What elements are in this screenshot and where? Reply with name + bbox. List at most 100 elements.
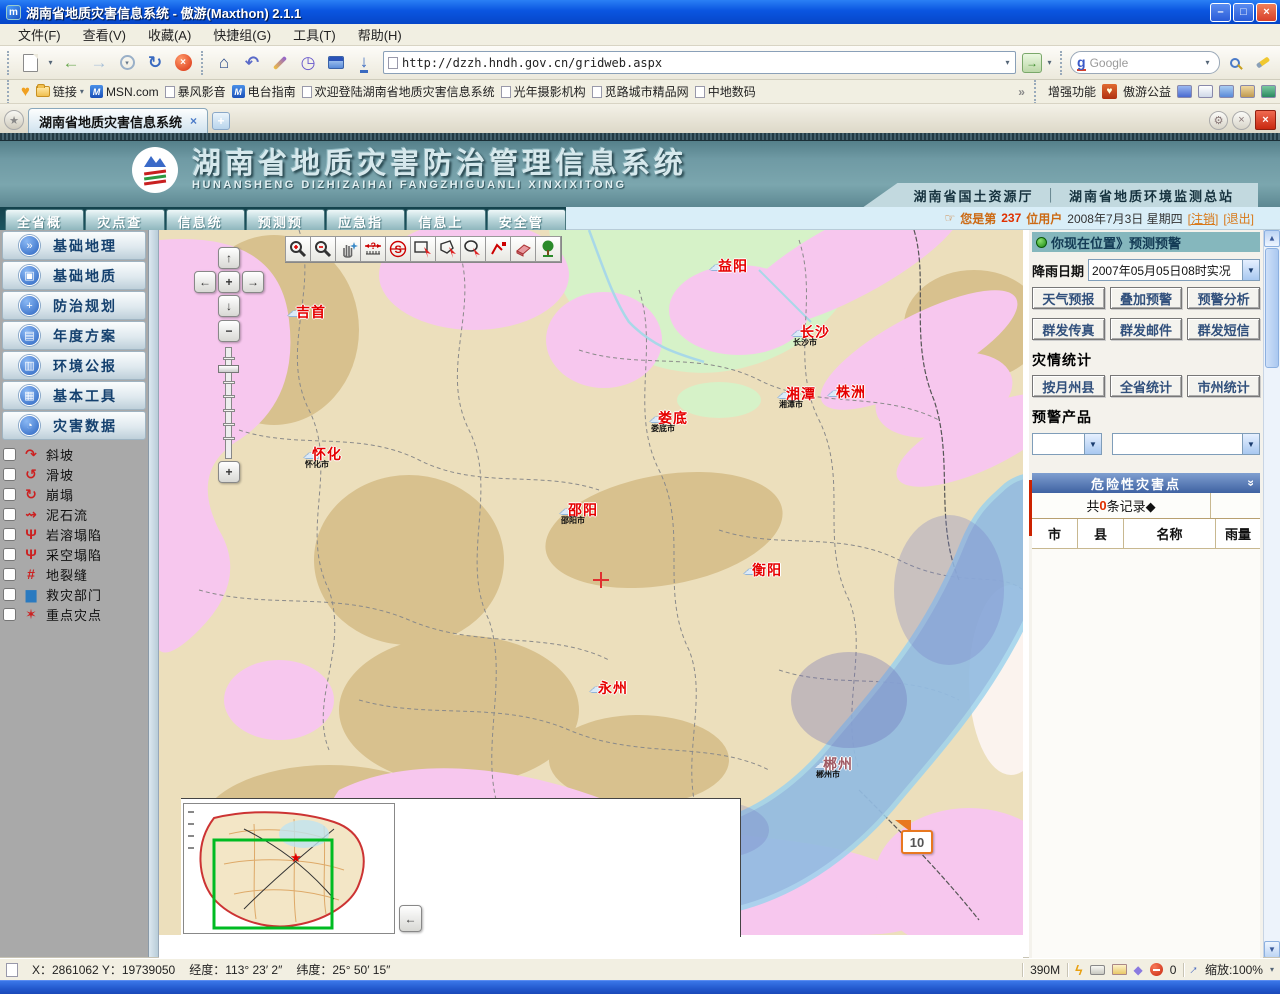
monthly-county-button[interactable]: 按月州县 (1032, 375, 1105, 397)
tab-close-icon[interactable]: × (190, 114, 197, 128)
product-type-select[interactable]: ▼ (1032, 433, 1102, 455)
menu-help[interactable]: 帮助(H) (348, 23, 412, 46)
map-city-xiangtan[interactable]: ☁湘潭湘潭市 (777, 384, 816, 404)
window-list-button[interactable] (323, 50, 349, 76)
polygon-select-tool[interactable] (435, 236, 461, 262)
sidebar-item-disaster-data[interactable]: ◔灾害数据 (2, 411, 146, 440)
history-dropdown-button[interactable]: ▾ (114, 50, 140, 76)
undo-button[interactable]: ↶ (239, 50, 265, 76)
layer-checkbox-debris-flow[interactable] (3, 508, 16, 521)
scale-tool[interactable]: S (385, 236, 411, 262)
overflow-chevron[interactable]: » (1018, 85, 1025, 99)
close-button[interactable]: × (1256, 3, 1277, 22)
map-city-huaihua[interactable]: ☁怀化怀化市 (303, 444, 342, 464)
map-flag-marker[interactable]: 10 (901, 830, 933, 854)
layer-checkbox-fissure[interactable] (3, 568, 16, 581)
zoom-in-button[interactable]: + (218, 461, 240, 483)
popup-blocker-icon[interactable] (1112, 964, 1127, 975)
send-fax-button[interactable]: 群发传真 (1032, 318, 1105, 340)
back-button[interactable]: ← (58, 50, 84, 76)
address-url[interactable]: http://dzzh.hndh.gov.cn/gridweb.aspx (402, 56, 1002, 70)
layer-checkbox-karst[interactable] (3, 528, 16, 541)
notes-icon[interactable] (1219, 85, 1234, 98)
history-button[interactable]: ◷ (295, 50, 321, 76)
pan-up-button[interactable]: ↑ (218, 247, 240, 269)
overview-minimap[interactable]: ★ (183, 803, 395, 934)
window-mini-icon[interactable] (1198, 85, 1213, 98)
map-city-changsha[interactable]: ☁长沙长沙市 (791, 322, 830, 342)
menu-groups[interactable]: 快捷组(G) (203, 23, 281, 46)
printer-icon[interactable] (1090, 965, 1105, 975)
menu-favorites[interactable]: 收藏(A) (138, 23, 201, 46)
map-city-hengyang[interactable]: ☁衡阳 (743, 560, 782, 580)
chevron-down-icon[interactable]: ▼ (1242, 434, 1259, 454)
rain-date-select[interactable]: 2007年05月05日08时实况 ▼ (1088, 259, 1260, 281)
favorites-star-icon[interactable]: ★ (4, 110, 24, 130)
send-email-button[interactable]: 群发邮件 (1110, 318, 1183, 340)
bookmark-storm-player[interactable]: 暴风影音 (165, 83, 226, 100)
go-dropdown[interactable]: ▾ (1044, 50, 1055, 76)
exit-link[interactable]: [退出] (1223, 210, 1254, 227)
circle-select-tool[interactable] (460, 236, 486, 262)
pan-right-button[interactable]: → (242, 271, 264, 293)
send-sms-button[interactable]: 群发短信 (1187, 318, 1260, 340)
product-item-select[interactable]: ▼ (1112, 433, 1260, 455)
home-button[interactable]: ⌂ (211, 50, 237, 76)
address-bar[interactable]: http://dzzh.hndh.gov.cn/gridweb.aspx ▾ (383, 51, 1016, 74)
search-input[interactable]: Google (1090, 56, 1198, 70)
sidebar-item-annual-plan[interactable]: ▤年度方案 (2, 321, 146, 350)
map-city-yiyang[interactable]: ☁益阳 (709, 256, 748, 276)
scrollbar-track[interactable] (1264, 247, 1280, 941)
search-engine-dropdown[interactable]: ▾ (1202, 50, 1213, 76)
highlight-button[interactable] (1250, 50, 1276, 76)
enhance-features-link[interactable]: 增强功能 (1048, 83, 1096, 100)
nav-tab-overview[interactable]: 全省概况 (5, 209, 84, 230)
city-stats-button[interactable]: 市州统计 (1187, 375, 1260, 397)
tab-settings-button[interactable]: ⚙ (1209, 111, 1228, 130)
layer-checkbox-collapse[interactable] (3, 488, 16, 501)
layer-checkbox-slope[interactable] (3, 448, 16, 461)
sidebar-item-env-bulletin[interactable]: ▥环境公报 (2, 351, 146, 380)
tab-closeall-button[interactable]: × (1232, 111, 1251, 130)
pan-left-button[interactable]: ← (194, 271, 216, 293)
bookmark-photo-studio[interactable]: 光年摄影机构 (501, 83, 586, 100)
menu-tools[interactable]: 工具(T) (283, 23, 346, 46)
sidebar-item-basic-tools[interactable]: ▦基本工具 (2, 381, 146, 410)
download-button[interactable]: ↓ (351, 50, 377, 76)
refresh-button[interactable]: ↻ (142, 50, 168, 76)
map-city-loudi[interactable]: ☁娄底娄底市 (649, 408, 688, 428)
map-city-shaoyang[interactable]: ☁邵阳邵阳市 (559, 500, 598, 520)
pen-icon[interactable] (1240, 85, 1255, 98)
search-box[interactable]: g Google ▾ (1070, 51, 1220, 74)
favorites-heart-icon[interactable]: ♥ (21, 83, 30, 100)
address-dropdown[interactable]: ▾ (1002, 50, 1013, 76)
layer-checkbox-key-sites[interactable] (3, 608, 16, 621)
go-button[interactable]: → (1022, 53, 1042, 73)
sidebar-item-prevention-plan[interactable]: +防治规划 (2, 291, 146, 320)
zoom-level[interactable]: 缩放:100% (1205, 961, 1263, 978)
plugin-icon[interactable]: ◆ (1134, 963, 1143, 977)
menu-view[interactable]: 查看(V) (73, 23, 136, 46)
layer-checkbox-mining[interactable] (3, 548, 16, 561)
zoom-out-tool[interactable] (310, 236, 336, 262)
tab-active[interactable]: 湖南省地质灾害信息系统 × (28, 108, 208, 133)
map-city-zhuzhou[interactable]: ☁株洲 (827, 382, 866, 402)
nav-tab-forecast[interactable]: 预测预警 (246, 209, 325, 230)
magic-fill-button[interactable] (267, 50, 293, 76)
overlay-warning-button[interactable]: 叠加预警 (1110, 287, 1183, 309)
sidebar-splitter[interactable] (149, 230, 159, 958)
nav-tab-statistics[interactable]: 信息统计 (166, 209, 245, 230)
zoom-dropdown-icon[interactable]: ▾ (1270, 965, 1274, 974)
zoom-slider-track[interactable] (225, 347, 232, 459)
collapse-chevrons-icon[interactable]: « (1243, 473, 1257, 493)
pan-center-button[interactable]: + (218, 271, 240, 293)
sidebar-item-base-geography[interactable]: »基础地理 (2, 231, 146, 260)
scroll-down-arrow[interactable]: ▼ (1264, 941, 1280, 958)
stop-button[interactable]: × (170, 50, 196, 76)
search-go-button[interactable] (1222, 50, 1248, 76)
warning-analysis-button[interactable]: 预警分析 (1187, 287, 1260, 309)
maxthon-charity-link[interactable]: 傲游公益 (1123, 83, 1171, 100)
zoom-out-button[interactable]: − (218, 320, 240, 342)
menu-file[interactable]: 文件(F) (8, 23, 71, 46)
page-scrollbar[interactable]: ▼ ▼ (1263, 230, 1280, 958)
